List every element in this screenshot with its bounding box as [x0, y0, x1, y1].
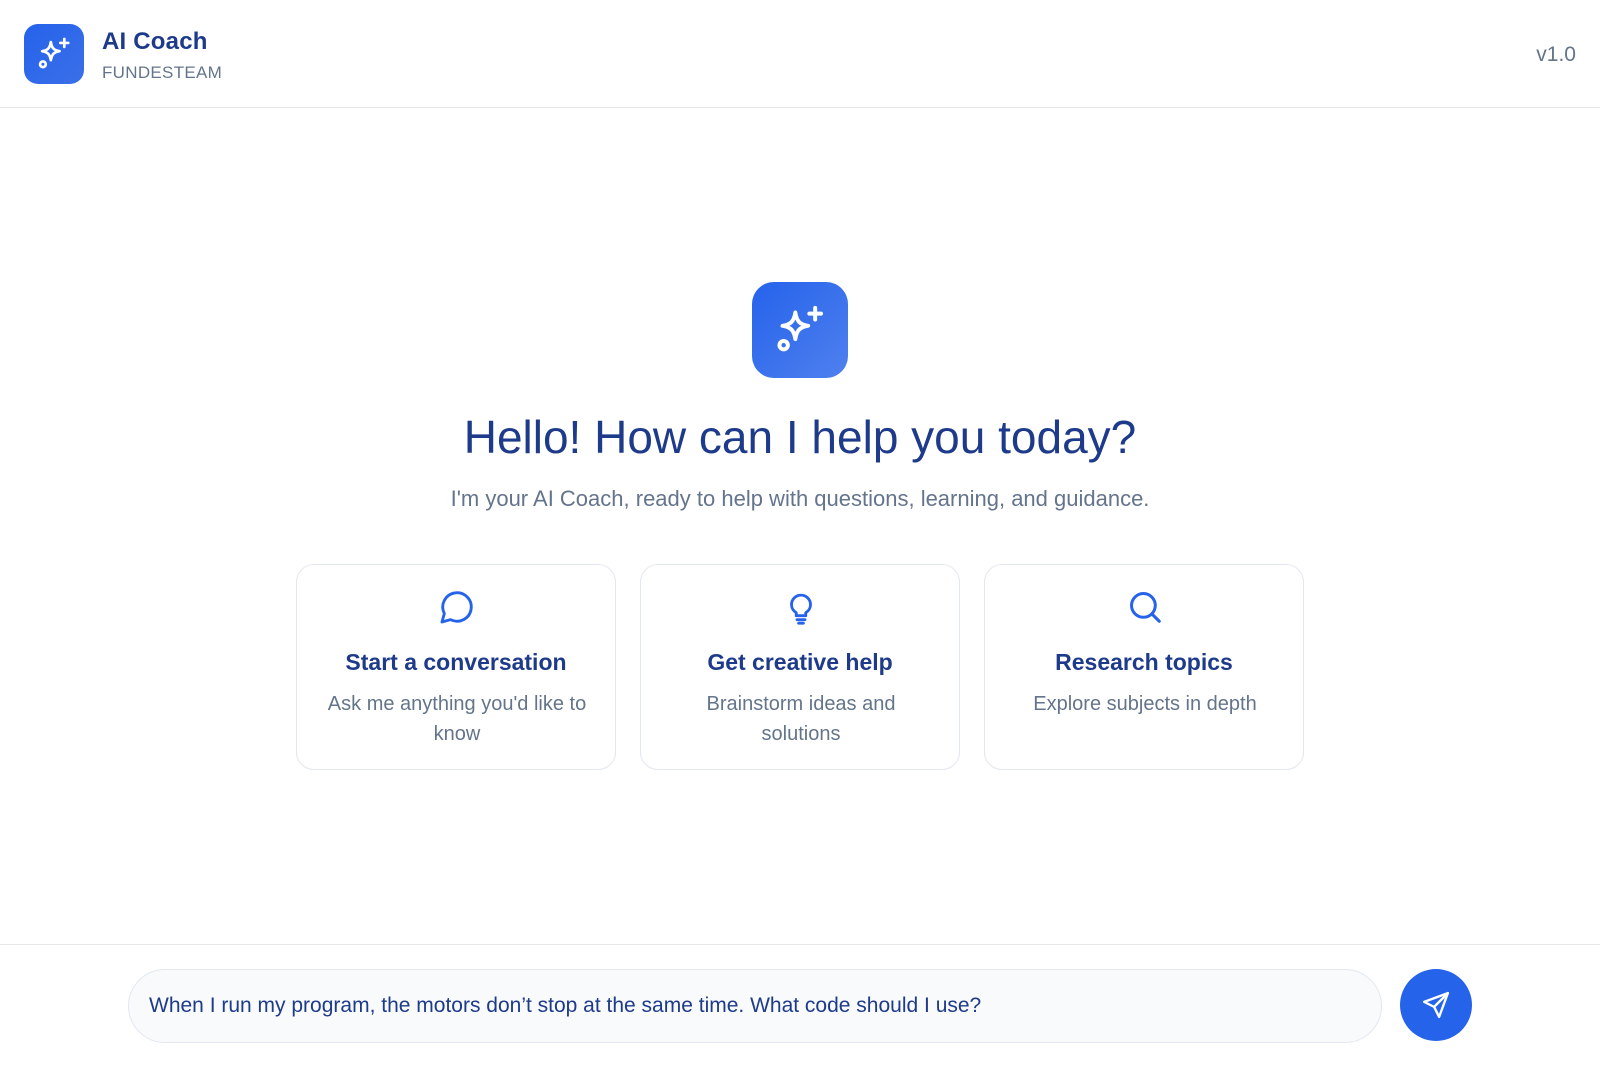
app-window: AI Coach FUNDESTEAM v1.0 Hello! How can …	[0, 0, 1600, 1066]
card-title: Get creative help	[707, 649, 893, 675]
suggestion-card-research[interactable]: Research topics Explore subjects in dept…	[984, 564, 1304, 770]
suggestion-card-creative[interactable]: Get creative help Brainstorm ideas and s…	[640, 564, 960, 770]
card-description: Ask me anything you'd like to know	[327, 693, 587, 745]
send-button[interactable]	[1400, 969, 1472, 1041]
composer-bar	[0, 944, 1600, 1066]
hero-logo	[752, 282, 848, 378]
chat-bubble-icon	[437, 587, 477, 627]
sparkles-icon	[35, 35, 73, 73]
app-title: AI Coach	[102, 28, 208, 55]
card-title: Start a conversation	[345, 649, 567, 675]
message-input[interactable]	[128, 969, 1382, 1043]
card-description: Explore subjects in depth	[1033, 693, 1257, 715]
card-description: Brainstorm ideas and solutions	[706, 693, 896, 745]
sparkles-icon	[772, 302, 828, 358]
suggestion-card-conversation[interactable]: Start a conversation Ask me anything you…	[296, 564, 616, 770]
version-label: v1.0	[1536, 43, 1576, 66]
app-header: AI Coach FUNDESTEAM v1.0	[0, 0, 1600, 108]
card-title: Research topics	[1055, 649, 1233, 675]
app-logo	[24, 24, 84, 84]
welcome-panel: Hello! How can I help you today? I'm you…	[0, 108, 1600, 944]
lightbulb-icon	[781, 587, 821, 627]
send-icon	[1421, 990, 1451, 1020]
app-subtitle: FUNDESTEAM	[102, 63, 223, 82]
search-icon	[1125, 587, 1165, 627]
welcome-subtitle: I'm your AI Coach, ready to help with qu…	[450, 486, 1150, 511]
welcome-heading: Hello! How can I help you today?	[463, 411, 1137, 463]
